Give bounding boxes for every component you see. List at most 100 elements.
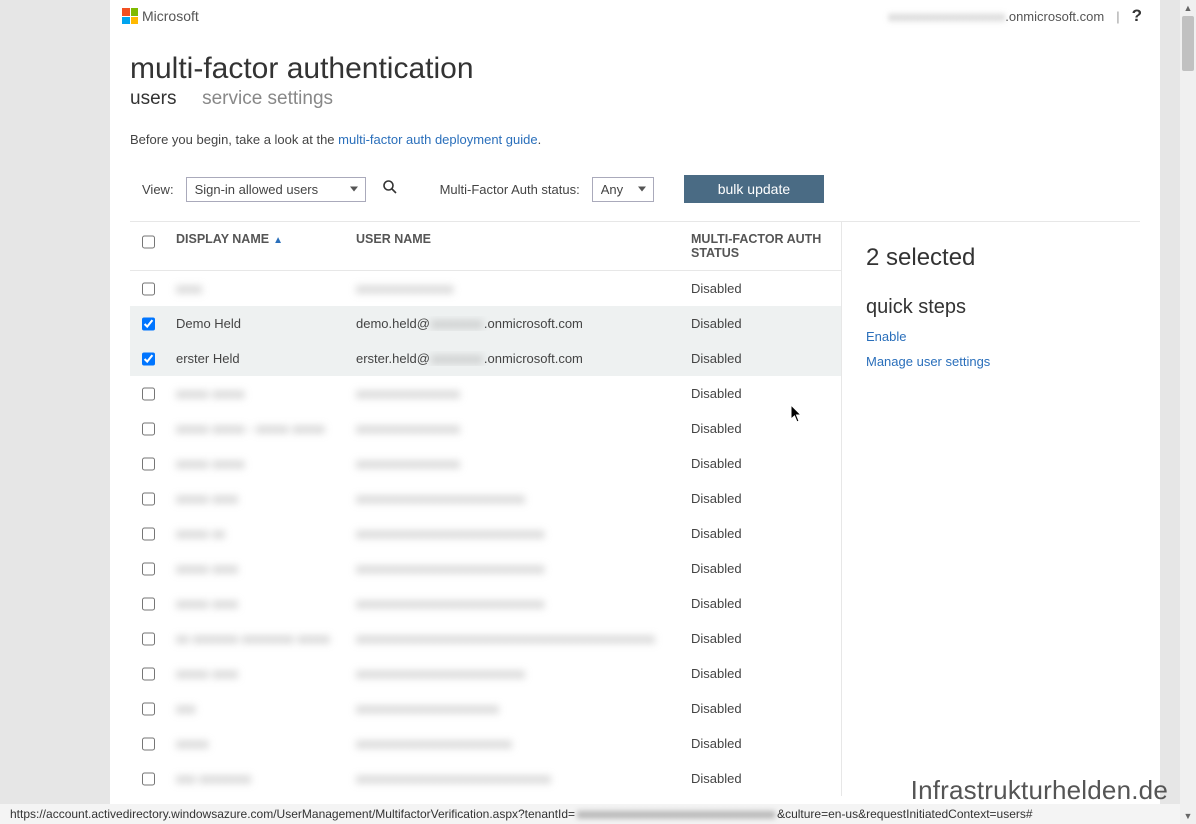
- cell-user-name: xxxxxxxxxxxxxxx: [346, 281, 681, 296]
- side-panel: 2 selected quick steps Enable Manage use…: [842, 221, 1140, 796]
- cell-mfa-status: Disabled: [681, 701, 841, 716]
- view-select[interactable]: Sign-in allowed users: [186, 177, 366, 202]
- scrollbar-thumb[interactable]: [1182, 16, 1194, 71]
- row-checkbox[interactable]: [142, 282, 155, 296]
- table-row[interactable]: xxxxx xxxxxxxxxxxxxxxxxxxxxxxxxxxxxxDisa…: [130, 656, 841, 691]
- browser-scrollbar[interactable]: ▲ ▼: [1180, 0, 1196, 824]
- cell-mfa-status: Disabled: [681, 526, 841, 541]
- page-title: multi-factor authentication: [130, 52, 1140, 86]
- users-table: DISPLAY NAME▲ USER NAME MULTI-FACTOR AUT…: [130, 221, 842, 796]
- brand-text: Microsoft: [142, 8, 199, 24]
- view-label: View:: [142, 182, 174, 197]
- enable-link[interactable]: Enable: [866, 329, 1116, 344]
- intro-text: Before you begin, take a look at the mul…: [130, 132, 1140, 147]
- watermark: Infrastrukturhelden.de: [911, 775, 1168, 806]
- row-checkbox[interactable]: [142, 667, 155, 681]
- table-row[interactable]: xx xxxxxxx xxxxxxxx xxxxxxxxxxxxxxxxxxxx…: [130, 621, 841, 656]
- cell-display-name: erster Held: [166, 351, 346, 366]
- cell-user-name: demo.held@xxxxxxxx.onmicrosoft.com: [346, 316, 681, 331]
- row-checkbox[interactable]: [142, 317, 155, 331]
- cell-user-name: xxxxxxxxxxxxxxxxxxxxxxxxxxxxx: [346, 596, 681, 611]
- bulk-update-button[interactable]: bulk update: [684, 175, 824, 203]
- cell-display-name: xxxxx xxxx: [166, 666, 346, 681]
- table-row[interactable]: xxxxx xxxxxxxxxxxxxxxxxxxxxxxxxxxxxxxDis…: [130, 516, 841, 551]
- cell-mfa-status: Disabled: [681, 421, 841, 436]
- row-checkbox[interactable]: [142, 527, 155, 541]
- cell-display-name: xxx: [166, 701, 346, 716]
- search-icon[interactable]: [382, 179, 398, 200]
- col-user-name[interactable]: USER NAME: [346, 232, 681, 246]
- selection-count: 2 selected: [866, 244, 1116, 272]
- scroll-up-arrow[interactable]: ▲: [1180, 0, 1196, 16]
- cell-display-name: Demo Held: [166, 316, 346, 331]
- row-checkbox[interactable]: [142, 352, 155, 366]
- table-row[interactable]: xxxxx xxxxxxxxxxxxxxxxxxxxxDisabled: [130, 446, 841, 481]
- cell-display-name: xxxxx xx: [166, 526, 346, 541]
- cell-mfa-status: Disabled: [681, 596, 841, 611]
- row-checkbox[interactable]: [142, 562, 155, 576]
- table-row[interactable]: xxxxxxxxxxxxxxxxxxxxxxxxxxxxxDisabled: [130, 726, 841, 761]
- cell-display-name: xxx xxxxxxxx: [166, 771, 346, 786]
- cell-mfa-status: Disabled: [681, 736, 841, 751]
- row-checkbox[interactable]: [142, 597, 155, 611]
- row-checkbox[interactable]: [142, 772, 155, 786]
- row-checkbox[interactable]: [142, 387, 155, 401]
- select-all-checkbox[interactable]: [142, 235, 155, 249]
- cell-mfa-status: Disabled: [681, 351, 841, 366]
- cell-mfa-status: Disabled: [681, 631, 841, 646]
- table-row[interactable]: xxxxxxxxxxxxxxxxxxxDisabled: [130, 271, 841, 306]
- col-mfa-status[interactable]: MULTI-FACTOR AUTH STATUS: [681, 232, 841, 260]
- table-row[interactable]: xxx xxxxxxxxxxxxxxxxxxxxxxxxxxxxxxxxxxxx…: [130, 761, 841, 796]
- table-row[interactable]: xxxxx xxxxx - xxxxx xxxxxxxxxxxxxxxxxxxx…: [130, 411, 841, 446]
- cell-display-name: xxxxx xxxxx: [166, 456, 346, 471]
- table-row[interactable]: erster Helderster.held@xxxxxxxx.onmicros…: [130, 341, 841, 376]
- cell-user-name: xxxxxxxxxxxxxxxxxxxxxxxxxxxxxxxxxxxxxxxx…: [346, 631, 681, 646]
- microsoft-logo-icon: [122, 8, 138, 24]
- browser-statusbar: https://account.activedirectory.windowsa…: [0, 804, 1180, 824]
- table-row[interactable]: xxxxx xxxxxxxxxxxxxxxxxxxxxxxxxxxxxxxxxD…: [130, 586, 841, 621]
- tab-service-settings[interactable]: service settings: [202, 88, 333, 110]
- table-row[interactable]: xxxxxxxxxxxxxxxxxxxxxxxxxDisabled: [130, 691, 841, 726]
- row-checkbox[interactable]: [142, 737, 155, 751]
- cell-display-name: xxxx: [166, 281, 346, 296]
- cell-mfa-status: Disabled: [681, 386, 841, 401]
- cell-display-name: xxxxx xxxx: [166, 561, 346, 576]
- deployment-guide-link[interactable]: multi-factor auth deployment guide: [338, 132, 537, 147]
- cell-user-name: xxxxxxxxxxxxxxxxxxxxxxxxxxxxx: [346, 526, 681, 541]
- cell-user-name: xxxxxxxxxxxxxxxx: [346, 421, 681, 436]
- cell-user-name: xxxxxxxxxxxxxxxxxxxxxxxxxxxxxx: [346, 771, 681, 786]
- row-checkbox[interactable]: [142, 422, 155, 436]
- tab-users[interactable]: users: [130, 88, 176, 110]
- cell-mfa-status: Disabled: [681, 491, 841, 506]
- row-checkbox[interactable]: [142, 457, 155, 471]
- table-row[interactable]: xxxxx xxxxxxxxxxxxxxxxxxxxxxxxxxxxxxDisa…: [130, 481, 841, 516]
- cell-user-name: xxxxxxxxxxxxxxxxxxxxxxxxxx: [346, 666, 681, 681]
- table-row[interactable]: xxxxx xxxxxxxxxxxxxxxxxxxxxDisabled: [130, 376, 841, 411]
- manage-user-settings-link[interactable]: Manage user settings: [866, 354, 1116, 369]
- help-button[interactable]: ?: [1132, 6, 1142, 26]
- cell-display-name: xxxxx xxxxx: [166, 386, 346, 401]
- cell-user-name: xxxxxxxxxxxxxxxxxxxxxxxxxxxxx: [346, 561, 681, 576]
- table-row[interactable]: Demo Helddemo.held@xxxxxxxx.onmicrosoft.…: [130, 306, 841, 341]
- account-email: xxxxxxxxxxxxxxxxxx.onmicrosoft.com: [888, 9, 1104, 24]
- cell-display-name: xxxxx: [166, 736, 346, 751]
- quick-steps-heading: quick steps: [866, 296, 1116, 319]
- cell-user-name: erster.held@xxxxxxxx.onmicrosoft.com: [346, 351, 681, 366]
- cell-mfa-status: Disabled: [681, 666, 841, 681]
- cell-display-name: xxxxx xxxx: [166, 491, 346, 506]
- row-checkbox[interactable]: [142, 492, 155, 506]
- col-display-name[interactable]: DISPLAY NAME▲: [166, 232, 346, 246]
- cell-mfa-status: Disabled: [681, 281, 841, 296]
- mfa-status-select[interactable]: Any: [592, 177, 654, 202]
- scroll-down-arrow[interactable]: ▼: [1180, 808, 1196, 824]
- page-container: Microsoft xxxxxxxxxxxxxxxxxx.onmicrosoft…: [110, 0, 1160, 824]
- cell-mfa-status: Disabled: [681, 316, 841, 331]
- cell-display-name: xxxxx xxxx: [166, 596, 346, 611]
- row-checkbox[interactable]: [142, 702, 155, 716]
- row-checkbox[interactable]: [142, 632, 155, 646]
- table-row[interactable]: xxxxx xxxxxxxxxxxxxxxxxxxxxxxxxxxxxxxxxD…: [130, 551, 841, 586]
- brand: Microsoft: [122, 8, 199, 24]
- sort-asc-icon: ▲: [273, 235, 283, 246]
- cell-mfa-status: Disabled: [681, 771, 841, 786]
- cell-display-name: xxxxx xxxxx - xxxxx xxxxx: [166, 421, 346, 436]
